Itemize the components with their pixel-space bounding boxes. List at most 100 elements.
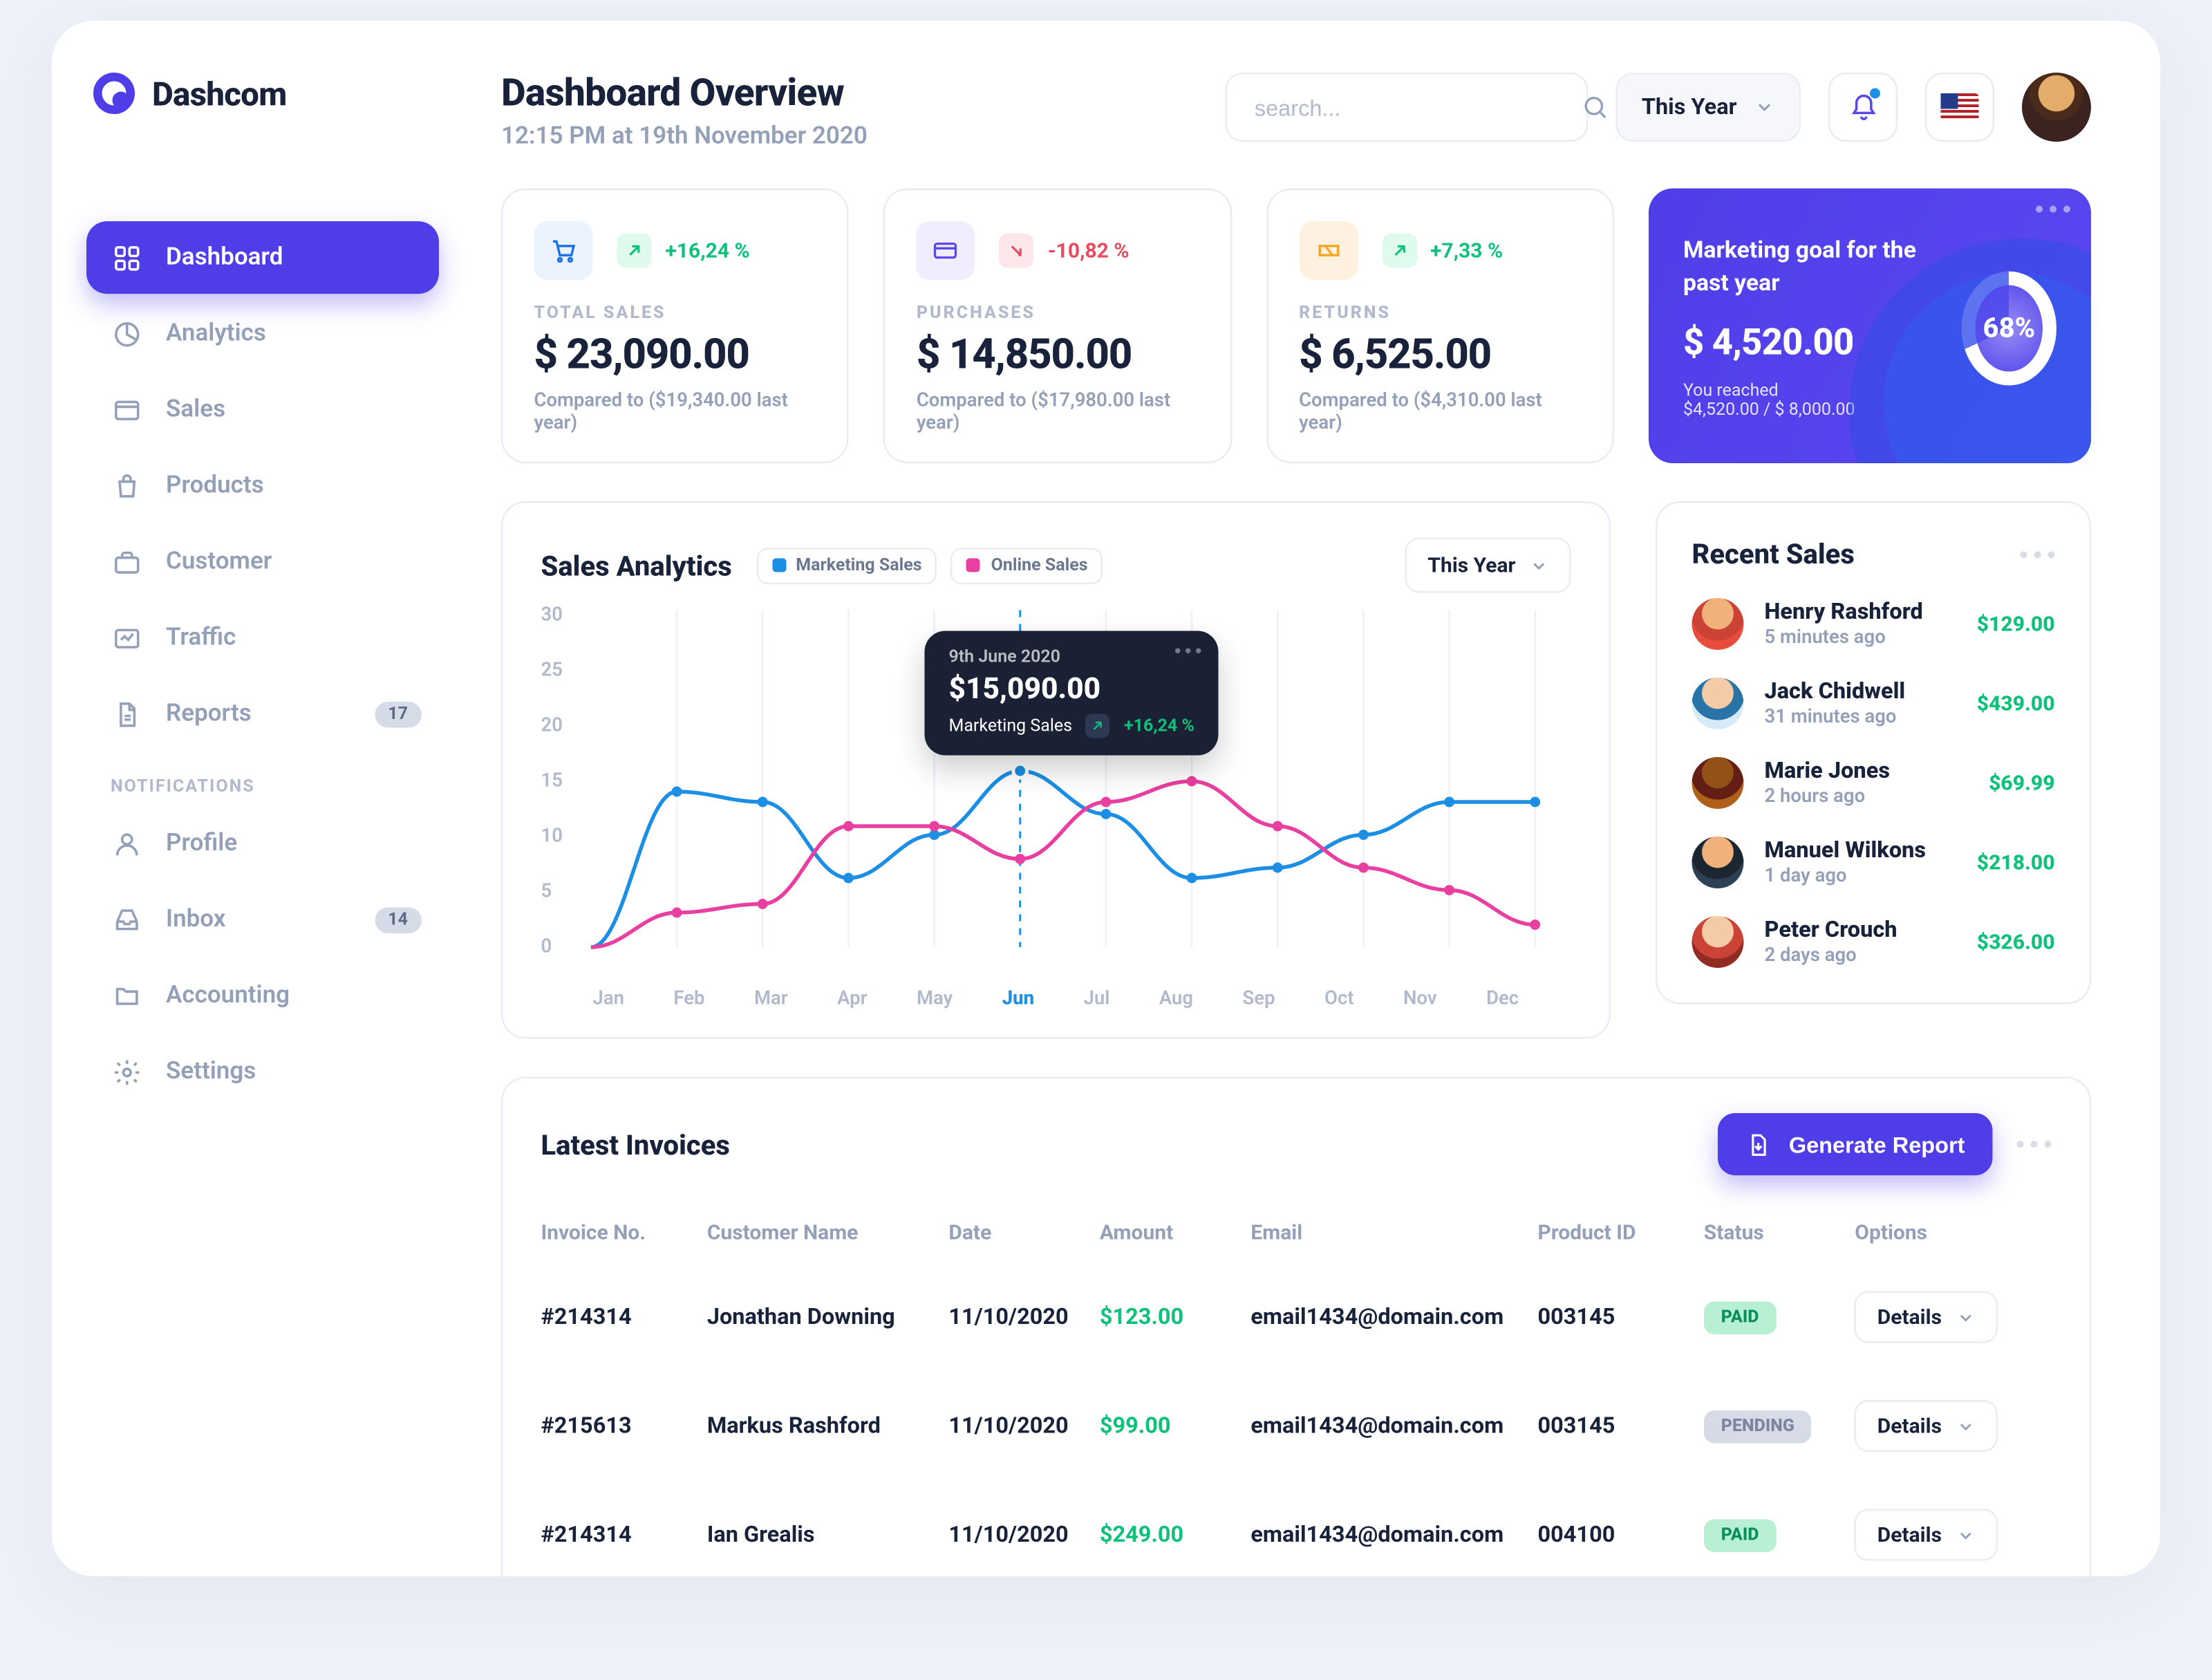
th-amount[interactable]: Amount: [1100, 1203, 1250, 1262]
invoices-menu-dots-icon[interactable]: [2017, 1141, 2052, 1148]
sidebar-item-profile[interactable]: Profile: [86, 808, 439, 880]
chevron-down-icon: [1754, 97, 1775, 118]
recent-sale-row[interactable]: Peter Crouch2 days ago $326.00: [1692, 916, 2055, 968]
th-date[interactable]: Date: [948, 1203, 1099, 1262]
y-tick: 5: [541, 880, 552, 903]
y-tick: 15: [541, 769, 563, 792]
page-subtitle: 12:15 PM at 19th November 2020: [501, 123, 1197, 151]
sidebar-item-reports[interactable]: Reports 17: [86, 678, 439, 750]
invoices-table: Invoice No. Customer Name Date Amount Em…: [541, 1203, 2052, 1576]
cell-customer: Jonathan Downing: [707, 1262, 949, 1372]
sale-amount: $326.00: [1977, 930, 2055, 954]
recent-sale-row[interactable]: Henry Rashford5 minutes ago $129.00: [1692, 598, 2055, 650]
locale-button[interactable]: [1925, 73, 1994, 142]
bag-icon: [111, 470, 142, 501]
grid-icon: [111, 242, 142, 273]
sidebar-item-products[interactable]: Products: [86, 449, 439, 522]
download-icon: [1745, 1131, 1772, 1157]
search-box[interactable]: [1225, 73, 1588, 142]
avatar: [1692, 598, 1744, 650]
sidebar-item-accounting[interactable]: Accounting: [86, 960, 439, 1032]
kpi-delta: -10,82 %: [1000, 234, 1130, 268]
sidebar-item-label: Settings: [166, 1058, 256, 1085]
sale-time: 31 minutes ago: [1765, 705, 1956, 728]
th-product[interactable]: Product ID: [1537, 1203, 1703, 1262]
sidebar-item-analytics[interactable]: Analytics: [86, 297, 439, 370]
sidebar-item-label: Sales: [166, 396, 225, 424]
search-input[interactable]: [1251, 93, 1562, 122]
kpi-subtext: Compared to ($17,980.00 last year): [917, 389, 1199, 434]
th-invoice-no[interactable]: Invoice No.: [541, 1203, 707, 1262]
tooltip-date: 9th June 2020: [949, 648, 1194, 668]
sidebar-item-dashboard[interactable]: Dashboard: [86, 221, 439, 294]
sale-time: 2 hours ago: [1765, 785, 1969, 808]
sidebar-item-inbox[interactable]: Inbox 14: [86, 884, 439, 956]
sidebar-item-customer[interactable]: Customer: [86, 525, 439, 598]
notifications-button[interactable]: [1828, 73, 1897, 142]
cell-email: email1434@domain.com: [1250, 1372, 1537, 1481]
th-customer[interactable]: Customer Name: [707, 1203, 949, 1262]
sidebar-item-sales[interactable]: Sales: [86, 373, 439, 446]
sidebar-item-settings[interactable]: Settings: [86, 1036, 439, 1108]
range-label: This Year: [1642, 94, 1737, 120]
chart-tooltip: 9th June 2020 $15,090.00 Marketing Sales…: [925, 631, 1219, 756]
sales-chart[interactable]: 30 25 20 15 10 5 0: [541, 593, 1571, 973]
chevron-down-icon: [1530, 556, 1549, 575]
goal-menu-dots-icon[interactable]: [2036, 206, 2070, 213]
generate-report-button[interactable]: Generate Report: [1718, 1113, 1992, 1175]
cell-date: 11/10/2020: [948, 1372, 1099, 1481]
recent-sales-card: Recent Sales Henry Rashford5 minutes ago…: [1656, 501, 2091, 1005]
sidebar-item-label: Reports: [166, 700, 252, 728]
status-badge: PENDING: [1704, 1410, 1812, 1443]
details-button[interactable]: Details: [1855, 1400, 1997, 1452]
kpi-total-sales: +16,24 % TOTAL SALES $ 23,090.00 Compare…: [501, 189, 849, 464]
y-tick: 25: [541, 659, 563, 682]
legend-marketing[interactable]: Marketing Sales: [756, 547, 937, 584]
tooltip-value: $15,090.00: [949, 673, 1194, 707]
main-content: Dashboard Overview 12:15 PM at 19th Nove…: [467, 21, 2160, 1576]
y-tick: 10: [541, 825, 563, 848]
cell-invoice-no: #215613: [541, 1372, 707, 1481]
details-button[interactable]: Details: [1855, 1509, 1997, 1561]
goal-reached-label: You reached: [1683, 382, 1779, 401]
brand: Dashcom: [86, 73, 439, 145]
brand-name: Dashcom: [152, 73, 286, 113]
th-email[interactable]: Email: [1250, 1203, 1537, 1262]
sale-amount: $439.00: [1977, 691, 2055, 716]
avatar: [1692, 678, 1744, 729]
kpi-delta: +7,33 %: [1382, 234, 1503, 268]
inbox-badge: 14: [374, 906, 422, 933]
kpi-value: $ 23,090.00: [534, 330, 816, 379]
analytics-range-select[interactable]: This Year: [1405, 538, 1571, 593]
details-button[interactable]: Details: [1855, 1291, 1997, 1343]
th-options[interactable]: Options: [1855, 1203, 2051, 1262]
kpi-label: TOTAL SALES: [534, 304, 816, 324]
profile-avatar[interactable]: [2022, 73, 2091, 142]
analytics-title: Sales Analytics: [541, 549, 732, 582]
cell-invoice-no: #214314: [541, 1262, 707, 1372]
sale-name: Henry Rashford: [1765, 600, 1956, 626]
goal-value: $ 4,520.00: [1683, 323, 1962, 364]
sale-name: Marie Jones: [1765, 759, 1969, 785]
chevron-down-icon: [1956, 1307, 1975, 1327]
briefcase-icon: [111, 546, 142, 577]
sidebar-item-traffic[interactable]: Traffic: [86, 601, 439, 674]
sidebar-section-label: NOTIFICATIONS: [86, 750, 439, 808]
reports-badge: 17: [374, 701, 422, 727]
legend-online[interactable]: Online Sales: [951, 547, 1103, 584]
tooltip-series: Marketing Sales: [949, 716, 1073, 736]
recent-sale-row[interactable]: Manuel Wilkons1 day ago $218.00: [1692, 837, 2055, 888]
topbar: Dashboard Overview 12:15 PM at 19th Nove…: [501, 73, 2091, 151]
us-flag-icon: [1941, 93, 1979, 121]
th-status[interactable]: Status: [1704, 1203, 1855, 1262]
sale-amount: $218.00: [1977, 850, 2055, 875]
sidebar-item-label: Inbox: [166, 906, 225, 933]
recent-menu-dots-icon[interactable]: [2021, 550, 2055, 557]
recent-sale-row[interactable]: Marie Jones2 hours ago $69.99: [1692, 757, 2055, 809]
sidebar: Dashcom Dashboard Analytics Sales Produc…: [52, 21, 467, 1576]
kpi-subtext: Compared to ($4,310.00 last year): [1299, 389, 1581, 434]
sale-amount: $69.99: [1989, 771, 2054, 795]
sidebar-nav-primary: Dashboard Analytics Sales Products Custo…: [86, 221, 439, 750]
recent-sale-row[interactable]: Jack Chidwell31 minutes ago $439.00: [1692, 678, 2055, 729]
range-select[interactable]: This Year: [1615, 73, 1801, 142]
